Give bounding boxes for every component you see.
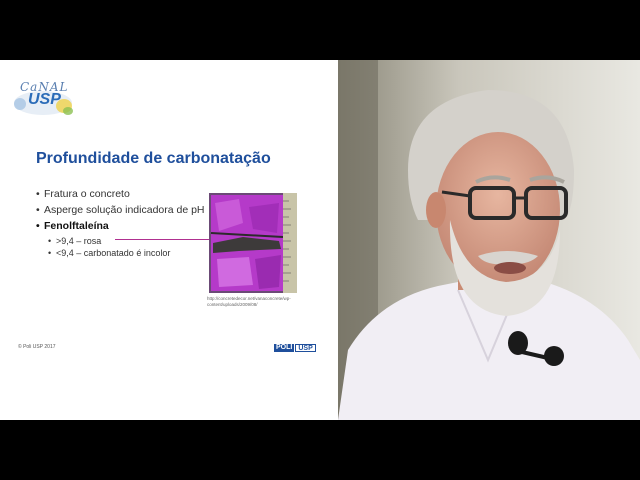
- bullet-list: Fratura o concreto Asperge solução indic…: [36, 187, 206, 259]
- pointer-line: [115, 239, 209, 240]
- letterbox-top: [0, 0, 640, 60]
- lecture-slide: CaNAL USP Profundidade de carbonatação F…: [0, 60, 338, 420]
- sub-bullet-item: >9,4 – rosa: [36, 235, 206, 247]
- slide-title: Profundidade de carbonatação: [36, 150, 271, 167]
- photo-caption: http://concretedecor.net/vanaconcrete/wp…: [207, 296, 291, 307]
- footer-logo-usp: USP: [295, 344, 316, 352]
- bullet-item: Fratura o concreto: [36, 187, 206, 201]
- logo-text-usp: USP: [28, 91, 61, 108]
- bullet-item-phenolphthalein: Fenolftaleína: [36, 219, 206, 233]
- bullet-item: Asperge solução indicadora de pH: [36, 203, 206, 217]
- concrete-sample-photo: [209, 193, 297, 293]
- presenter-video: [338, 60, 640, 420]
- footer-logo-poli: POLI: [274, 344, 295, 352]
- poli-usp-logo: POLI USP: [274, 344, 316, 352]
- footer-copyright: © Poli USP 2017: [18, 344, 56, 350]
- sub-bullet-item: <9,4 – carbonatado é incolor: [36, 247, 206, 259]
- letterbox-bottom: [0, 420, 640, 480]
